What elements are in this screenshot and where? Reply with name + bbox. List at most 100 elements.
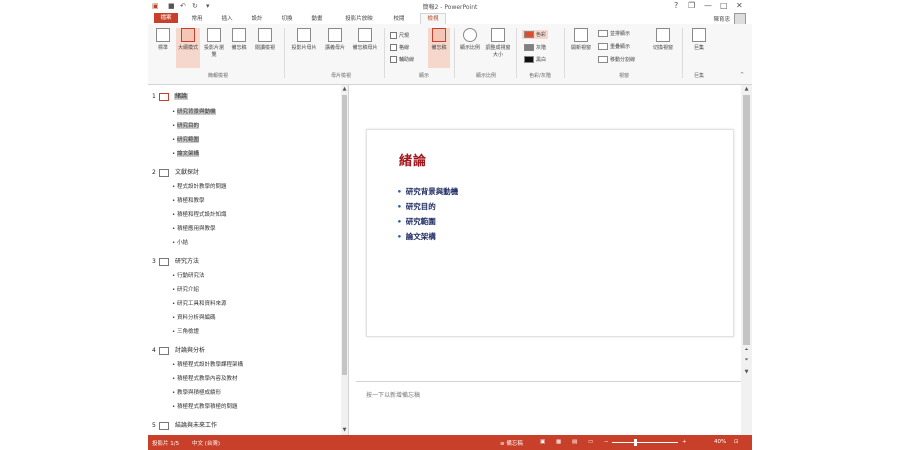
handout-master-button[interactable]: 講義母片 xyxy=(322,28,348,68)
scroll-down-icon[interactable]: ▼ xyxy=(741,369,752,375)
normal-view-status-icon[interactable]: ▣ xyxy=(540,439,545,445)
language-indicator[interactable]: 中文 (台灣) xyxy=(192,439,220,447)
scroll-thumb[interactable] xyxy=(743,95,750,345)
arrange-all-button[interactable]: 並排顯示 xyxy=(598,30,630,37)
zoom-slider[interactable] xyxy=(612,442,678,443)
powerpoint-window: ▣ ■ ↶ ↻ ▾ 簡報2 - PowerPoint ? ❐ — □ ✕ 檔案 … xyxy=(148,0,752,450)
slide-title[interactable]: 緒論 xyxy=(399,150,427,169)
slide-sorter-status-icon[interactable]: ▦ xyxy=(556,439,561,445)
outline-bullet[interactable]: • 程式設計教學的問題 xyxy=(172,182,227,190)
tab-file[interactable]: 檔案 xyxy=(154,13,178,23)
tab-insert[interactable]: 插入 xyxy=(218,14,236,24)
scroll-thumb[interactable] xyxy=(342,95,347,375)
ruler-checkbox[interactable]: 尺規 xyxy=(390,32,409,39)
outline-slide-3[interactable]: 3 研究方法 xyxy=(152,256,200,266)
help-icon[interactable]: ? xyxy=(674,1,678,10)
notes-pane[interactable]: 按一下以新增備忘稿 xyxy=(356,381,741,436)
outline-bullet[interactable]: • 積極和程式設計知識 xyxy=(172,210,227,218)
outline-bullet[interactable]: • 積極程式設計教學課程架構 xyxy=(172,360,243,368)
zoom-in-icon[interactable]: + xyxy=(682,439,687,445)
notes-toggle-button[interactable]: 備忘稿 xyxy=(428,28,450,68)
minimize-button[interactable]: — xyxy=(704,1,712,10)
outline-bullet[interactable]: • 行動研究法 xyxy=(172,271,205,279)
outline-bullet[interactable]: • 研究介紹 xyxy=(172,285,199,293)
grayscale-option[interactable]: 灰階 xyxy=(524,44,546,51)
notes-status-button[interactable]: ≡ 備忘稿 xyxy=(500,439,523,447)
outline-bullet[interactable]: • 研究工具和資料來源 xyxy=(172,299,227,307)
slide-sorter-button[interactable]: 投影片瀏覽 xyxy=(202,28,226,68)
outline-bullet[interactable]: • 資料分析與編碼 xyxy=(172,313,216,321)
black-white-option[interactable]: 黑白 xyxy=(524,56,546,63)
outline-bullet[interactable]: • 研究目的 xyxy=(172,121,200,129)
reading-view-button[interactable]: 閱讀檢視 xyxy=(252,28,278,68)
outline-bullet[interactable]: • 論文架構 xyxy=(172,149,200,157)
switch-windows-button[interactable]: 切換視窗 xyxy=(650,28,676,68)
tab-design[interactable]: 設計 xyxy=(248,14,266,24)
notes-placeholder[interactable]: 按一下以新增備忘稿 xyxy=(366,390,420,399)
outline-slide-5[interactable]: 5 結論與未來工作 xyxy=(152,420,218,430)
move-split-button[interactable]: 移動分割線 xyxy=(598,56,635,63)
slide-canvas[interactable]: 緒論 • 研究背景與動機 • 研究目的 • 研究範圍 • 論文架構 xyxy=(366,129,734,337)
outline-bullet[interactable]: • 研究背景與動機 xyxy=(172,107,216,115)
notes-page-button[interactable]: 備忘稿 xyxy=(228,28,250,68)
editor-scrollbar[interactable]: ▲ ⏶ ⏷ ▼ xyxy=(741,85,752,435)
collapse-ribbon-icon[interactable]: ^ xyxy=(740,72,744,78)
tab-home[interactable]: 常用 xyxy=(188,14,206,24)
handout-master-icon xyxy=(328,28,342,42)
outline-pane[interactable]: 1 緒論 • 研究背景與動機 • 研究目的 • 研究範圍 • 論文架構 2 文獻探討… xyxy=(148,85,349,435)
outline-slide-1[interactable]: 1 緒論 xyxy=(152,91,189,101)
gridlines-checkbox[interactable]: 格線 xyxy=(390,44,409,51)
tab-transitions[interactable]: 切換 xyxy=(278,14,296,24)
close-button[interactable]: ✕ xyxy=(736,1,743,10)
next-slide-icon[interactable]: ⏷ xyxy=(741,357,752,363)
outline-scrollbar[interactable]: ▲ ▼ xyxy=(341,85,348,435)
fit-slide-icon[interactable]: ⊡ xyxy=(734,439,739,445)
slide-bullet[interactable]: • 研究範圍 xyxy=(397,216,436,227)
maximize-button[interactable]: □ xyxy=(720,1,728,10)
outline-bullet[interactable]: • 積極應用與教學 xyxy=(172,224,216,232)
slide-bullet[interactable]: • 論文架構 xyxy=(397,231,436,242)
outline-bullet[interactable]: • 研究範圍 xyxy=(172,135,200,143)
zoom-button[interactable]: 顯示比例 xyxy=(458,28,482,68)
zoom-slider-thumb[interactable] xyxy=(634,439,637,446)
slide-bullet[interactable]: • 研究背景與動機 xyxy=(397,186,458,197)
slide-editor[interactable]: 緒論 • 研究背景與動機 • 研究目的 • 研究範圍 • 論文架構 按一下以新增備忘稿 xyxy=(356,85,741,436)
tab-slideshow[interactable]: 投影片放映 xyxy=(340,14,378,24)
tab-animations[interactable]: 動畫 xyxy=(308,14,326,24)
scroll-up-icon[interactable]: ▲ xyxy=(741,86,752,92)
slide-bullet[interactable]: • 研究目的 xyxy=(397,201,436,212)
ribbon-display-icon[interactable]: ❐ xyxy=(688,1,695,10)
group-label-presentation-views: 簡報檢視 xyxy=(207,73,228,79)
zoom-level[interactable]: 40% xyxy=(714,439,726,445)
outline-bullet[interactable]: • 小結 xyxy=(172,238,188,246)
outline-slide-4[interactable]: 4 討論與分析 xyxy=(152,345,206,355)
cascade-button[interactable]: 重疊顯示 xyxy=(598,43,630,50)
guides-checkbox[interactable]: 輔助線 xyxy=(390,56,414,63)
outline-bullet[interactable]: • 教學與積極成績形 xyxy=(172,388,221,396)
zoom-out-icon[interactable]: − xyxy=(604,439,609,445)
color-mode-option[interactable]: 色彩 xyxy=(522,30,549,39)
previous-slide-icon[interactable]: ⏶ xyxy=(741,347,752,353)
scroll-up-icon[interactable]: ▲ xyxy=(341,86,348,92)
reading-view-status-icon[interactable]: ▤ xyxy=(572,439,577,445)
tab-review[interactable]: 校閱 xyxy=(390,14,408,24)
normal-view-button[interactable]: 標準 xyxy=(152,28,174,68)
slide-master-button[interactable]: 投影片母片 xyxy=(290,28,318,68)
outline-slide-2[interactable]: 2 文獻探討 xyxy=(152,167,200,177)
slideshow-status-icon[interactable]: ▭ xyxy=(588,439,593,445)
cascade-icon xyxy=(598,43,608,50)
outline-bullet[interactable]: • 三角檢證 xyxy=(172,327,199,335)
outline-bullet[interactable]: • 積極程式教學積極的問題 xyxy=(172,402,238,410)
fit-to-window-button[interactable]: 調整成視窗大小 xyxy=(484,28,512,68)
outline-bullet[interactable]: • 積極和教學 xyxy=(172,196,205,204)
user-name[interactable]: 陳育忠 xyxy=(713,15,730,23)
outline-view-icon xyxy=(181,28,195,42)
ribbon-divider xyxy=(454,28,455,78)
new-window-button[interactable]: 開新視窗 xyxy=(568,28,594,68)
status-bar: 投影片 1/5 中文 (台灣) ≡ 備忘稿 ▣ ▦ ▤ ▭ − + 40% ⊡ xyxy=(148,435,752,450)
outline-bullet[interactable]: • 積極程式教學內容及教材 xyxy=(172,374,238,382)
outline-view-button[interactable]: 大綱模式 xyxy=(176,28,200,68)
macros-button[interactable]: 巨集 xyxy=(688,28,710,68)
notes-master-button[interactable]: 備忘稿母片 xyxy=(352,28,378,68)
scroll-down-icon[interactable]: ▼ xyxy=(341,427,348,433)
